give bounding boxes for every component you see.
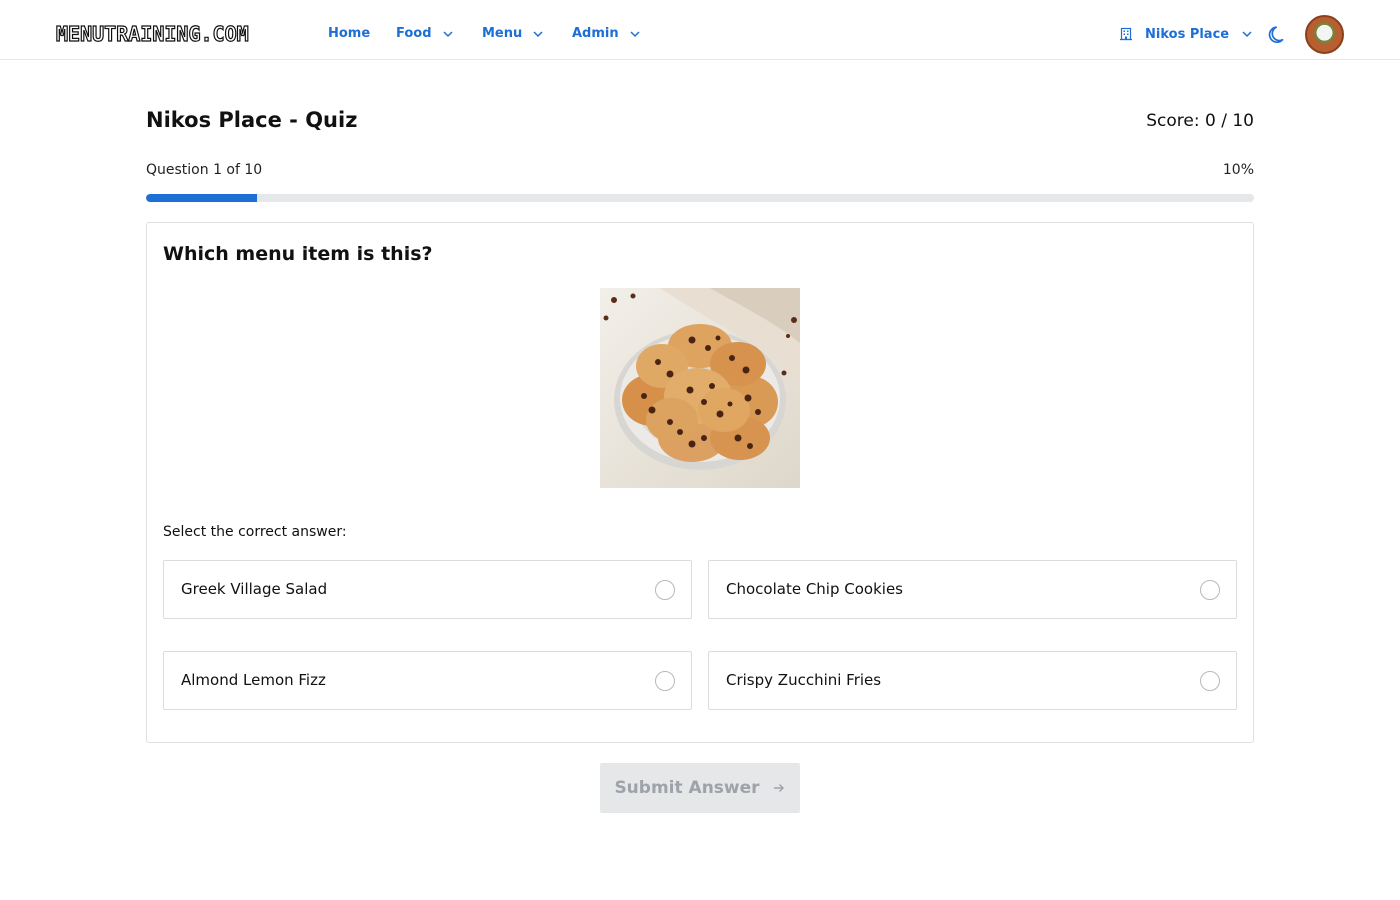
answer-option-label: Almond Lemon Fizz	[181, 671, 326, 689]
user-avatar[interactable]	[1305, 15, 1344, 54]
site-logo[interactable]: MENUTRAINING.COM	[55, 21, 249, 46]
nav-admin-label: Admin	[572, 26, 619, 41]
question-text: Which menu item is this?	[163, 243, 433, 265]
chevron-down-icon	[630, 31, 640, 38]
submit-answer-button[interactable]: Submit Answer	[600, 763, 800, 813]
venue-switcher[interactable]: Nikos Place	[1119, 24, 1253, 44]
chevron-down-icon	[533, 31, 543, 38]
nav-home-label: Home	[328, 26, 371, 41]
score-display: Score: 0 / 10	[1146, 111, 1254, 131]
cookie-plate-illustration	[603, 288, 800, 470]
menu-item-image	[600, 288, 800, 488]
nav-food-dropdown[interactable]: Food	[396, 24, 454, 44]
submit-answer-label: Submit Answer	[614, 778, 760, 798]
radio-button[interactable]	[1200, 580, 1220, 600]
answer-option-label: Greek Village Salad	[181, 580, 328, 598]
answer-prompt: Select the correct answer:	[163, 524, 347, 540]
nav-menu-dropdown[interactable]: Menu	[482, 24, 544, 44]
progress-bar	[146, 194, 1254, 202]
progress-percent: 10%	[1222, 162, 1254, 178]
nav-admin-dropdown[interactable]: Admin	[572, 24, 641, 44]
answer-option[interactable]: Almond Lemon Fizz	[163, 651, 692, 710]
radio-button[interactable]	[655, 671, 675, 691]
chevron-down-icon	[1242, 31, 1252, 38]
nav-home-link[interactable]: Home	[328, 24, 370, 44]
venue-name: Nikos Place	[1145, 26, 1230, 42]
answer-option[interactable]: Greek Village Salad	[163, 560, 692, 619]
answer-option[interactable]: Chocolate Chip Cookies	[708, 560, 1237, 619]
radio-button[interactable]	[655, 580, 675, 600]
answer-option-label: Crispy Zucchini Fries	[726, 671, 882, 689]
arrow-right-icon	[773, 784, 784, 792]
nav-food-label: Food	[396, 26, 432, 41]
radio-button[interactable]	[1200, 671, 1220, 691]
question-card: Which menu item is this? Select the corr…	[146, 222, 1254, 743]
chevron-down-icon	[443, 31, 453, 38]
answer-option-label: Chocolate Chip Cookies	[726, 580, 903, 598]
question-counter: Question 1 of 10	[146, 162, 263, 178]
moon-icon[interactable]	[1267, 24, 1289, 46]
top-navbar: MENUTRAINING.COM Home Food Menu Admin Ni…	[0, 0, 1400, 60]
page-title: Nikos Place - Quiz	[146, 108, 358, 132]
progress-bar-fill	[146, 194, 257, 202]
building-icon	[1120, 27, 1132, 41]
answer-option[interactable]: Crispy Zucchini Fries	[708, 651, 1237, 710]
nav-menu-label: Menu	[482, 26, 523, 41]
